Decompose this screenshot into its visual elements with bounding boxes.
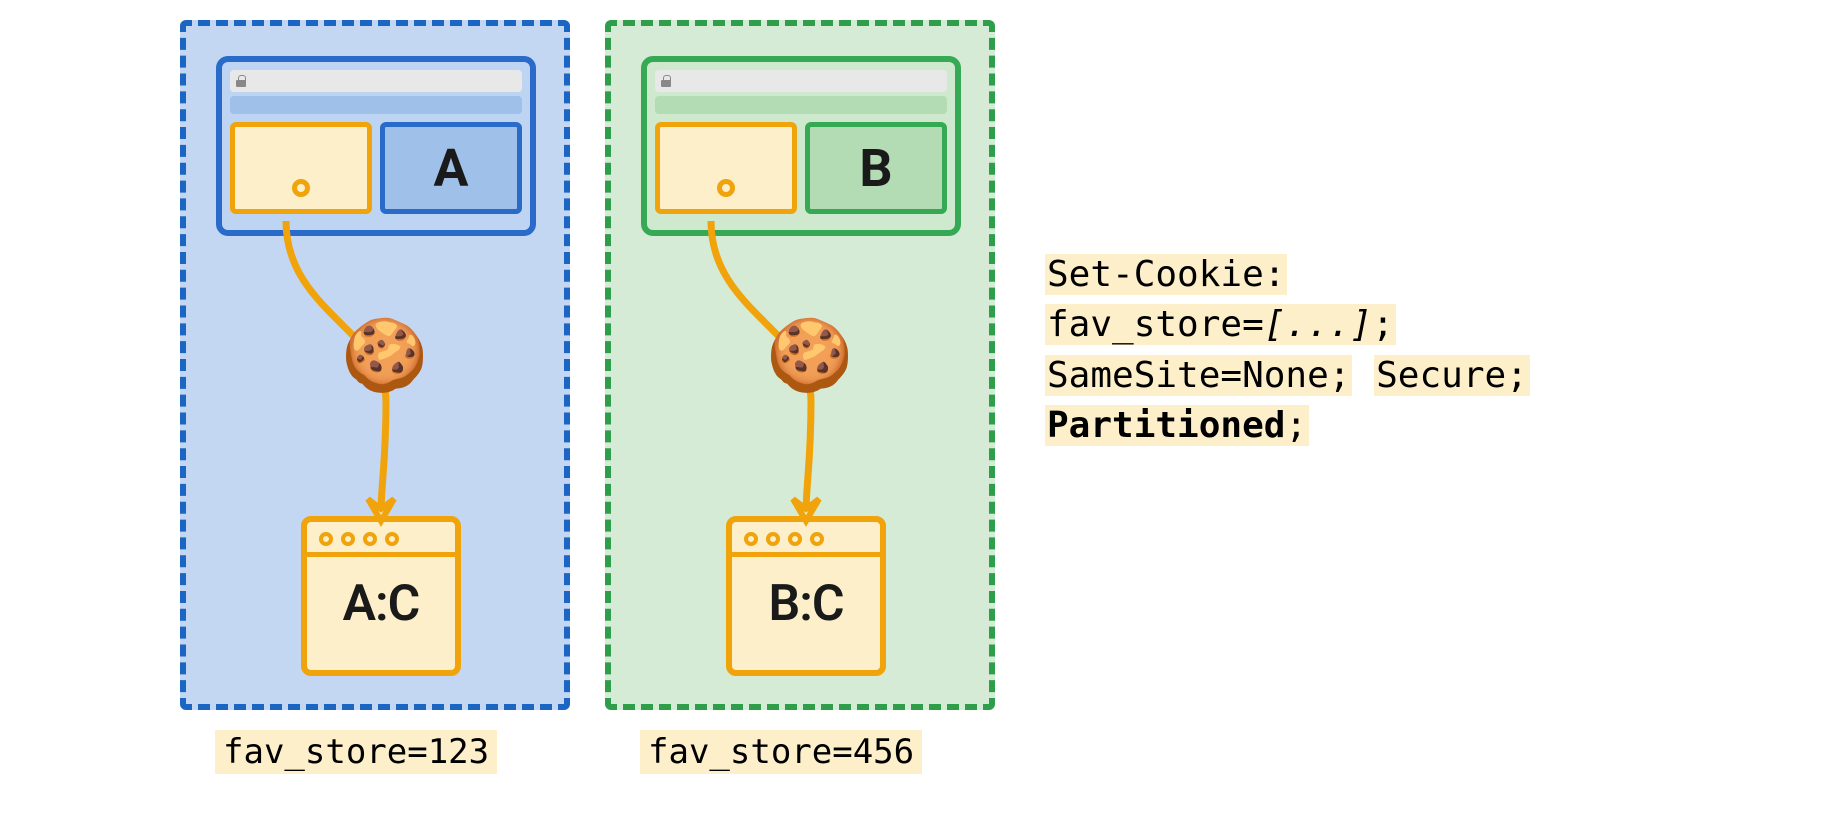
code-line-3a: SameSite=None; [1045,355,1352,396]
url-bar [655,70,947,92]
url-bar [230,70,522,92]
top-site-label-a: A [380,122,522,214]
embedded-frame-a [230,122,372,214]
set-cookie-header: Set-Cookie: fav_store=[...]; SameSite=No… [1045,250,1530,452]
browser-window-a: A [216,56,536,236]
connection-point-icon [292,179,310,197]
caption-b: fav_store=456 [640,730,922,774]
browser-window-b: B [641,56,961,236]
code-line-2: fav_store=[...]; [1045,304,1396,345]
lock-icon [661,75,671,87]
cookie-store-label-b: B:C [732,575,880,633]
toolbar-bar [230,96,522,114]
lock-icon [236,75,246,87]
cookie-icon: 🍪 [766,321,853,391]
connection-point-icon [717,179,735,197]
cookie-store-label-a: A:C [307,575,455,633]
code-line-3b: Secure; [1374,355,1530,396]
cookie-icon: 🍪 [341,321,428,391]
caption-a: fav_store=123 [215,730,497,774]
code-line-4: Partitioned; [1045,405,1309,446]
top-site-label-b: B [805,122,947,214]
partition-a: A 🍪 A:C [180,20,570,710]
toolbar-bar [655,96,947,114]
embedded-frame-b [655,122,797,214]
partition-b: B 🍪 B:C [605,20,995,710]
code-line-1: Set-Cookie: [1045,254,1287,295]
